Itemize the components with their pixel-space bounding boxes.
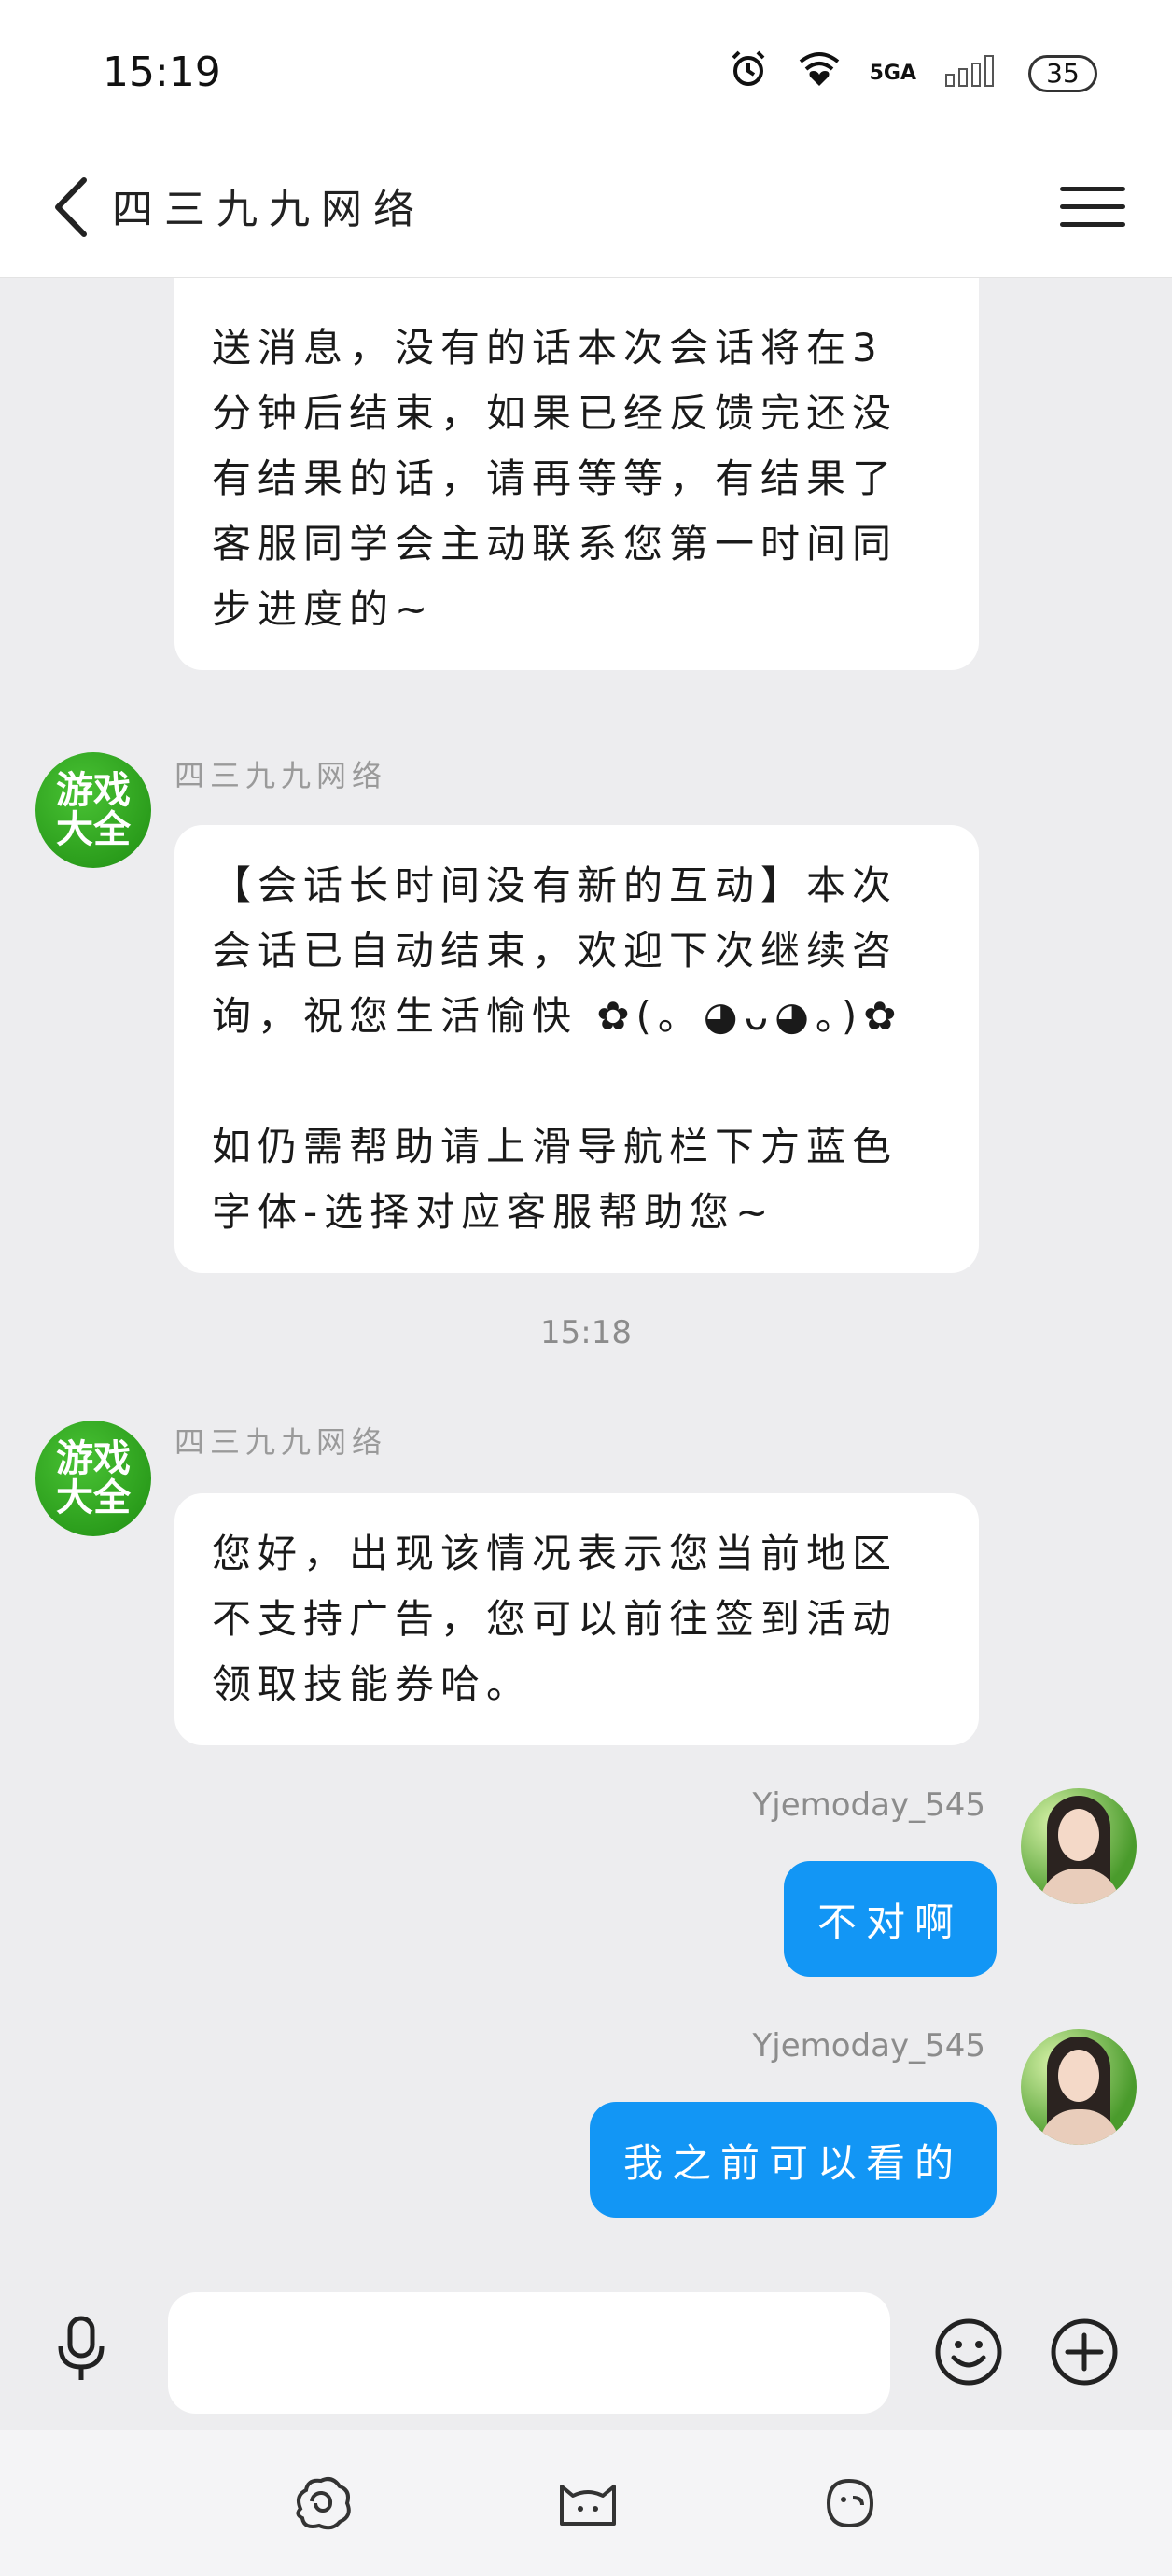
message-input-bar <box>0 2272 1172 2430</box>
pig-face-icon <box>826 2478 874 2528</box>
message-input[interactable] <box>168 2292 890 2414</box>
hamburger-menu-icon <box>1060 186 1125 191</box>
nav-home-button[interactable] <box>554 2471 621 2535</box>
emoji-button[interactable] <box>933 2317 1004 2387</box>
network-type-label: 5GA <box>869 61 916 85</box>
message-timestamp: 15:18 <box>540 1314 632 1351</box>
battery-indicator: 35 <box>1028 54 1097 92</box>
sender-name: 四三九九网络 <box>174 758 388 793</box>
bot-avatar[interactable]: 游戏 大全 <box>35 752 151 868</box>
message-text: 不对啊 <box>816 1898 963 1945</box>
cat-face-icon <box>560 2485 616 2526</box>
battery-level: 35 <box>1046 58 1080 89</box>
signal-icon <box>944 50 1000 96</box>
nav-recents-button[interactable] <box>817 2471 881 2535</box>
status-icons: 5GA 35 <box>728 49 1097 98</box>
microphone-icon <box>58 2316 105 2380</box>
cloud-swirl-icon <box>296 2477 351 2530</box>
message-bubble-incoming[interactable]: 【会话长时间没有新的互动】本次 会话已自动结束，欢迎下次继续咨 询，祝您生活愉快… <box>174 825 979 1273</box>
user-avatar[interactable] <box>1021 2029 1137 2145</box>
message-text: 送消息，没有的话本次会话将在3 分钟后结束，如果已经反馈完还没 有结果的话，请再… <box>212 325 899 632</box>
status-time: 15:19 <box>103 49 221 96</box>
menu-button[interactable] <box>1060 174 1125 239</box>
alarm-icon <box>728 49 769 98</box>
plus-circle-icon <box>1051 2318 1118 2386</box>
nav-back-button[interactable] <box>291 2471 355 2535</box>
user-name: Yjemoday_545 <box>752 2027 986 2065</box>
message-bubble-outgoing[interactable]: 不对啊 <box>783 1861 997 1977</box>
more-options-button[interactable] <box>1049 2317 1120 2387</box>
wifi-heart-icon <box>797 49 842 98</box>
user-avatar[interactable] <box>1021 1788 1137 1904</box>
message-text: 您好，出现该情况表示您当前地区 不支持广告，您可以前往签到活动 领取技能券哈。 <box>212 1531 899 1707</box>
bot-avatar[interactable]: 游戏 大全 <box>35 1421 151 1536</box>
message-text: 我之前可以看的 <box>622 2139 963 2186</box>
smiley-icon <box>935 2318 1002 2386</box>
message-bubble-outgoing[interactable]: 我之前可以看的 <box>589 2102 997 2218</box>
message-bubble-incoming[interactable]: 您好，出现该情况表示您当前地区 不支持广告，您可以前往签到活动 领取技能券哈。 <box>174 1493 979 1745</box>
message-text: 【会话长时间没有新的互动】本次 会话已自动结束，欢迎下次继续咨 询，祝您生活愉快… <box>212 862 903 1235</box>
chat-header: 四三九九网络 <box>0 140 1172 278</box>
page-title: 四三九九网络 <box>112 186 426 233</box>
user-name: Yjemoday_545 <box>752 1786 986 1824</box>
chat-message-list[interactable]: 送消息，没有的话本次会话将在3 分钟后结束，如果已经反馈完还没 有结果的话，请再… <box>0 278 1172 2272</box>
sender-name: 四三九九网络 <box>174 1424 388 1460</box>
voice-button[interactable] <box>47 2315 116 2384</box>
back-button[interactable] <box>34 170 108 245</box>
system-navigation-bar <box>0 2430 1172 2576</box>
chevron-left-icon <box>55 177 87 237</box>
message-bubble-incoming[interactable]: 送消息，没有的话本次会话将在3 分钟后结束，如果已经反馈完还没 有结果的话，请再… <box>174 278 979 670</box>
status-bar: 15:19 5GA 35 <box>0 0 1172 140</box>
